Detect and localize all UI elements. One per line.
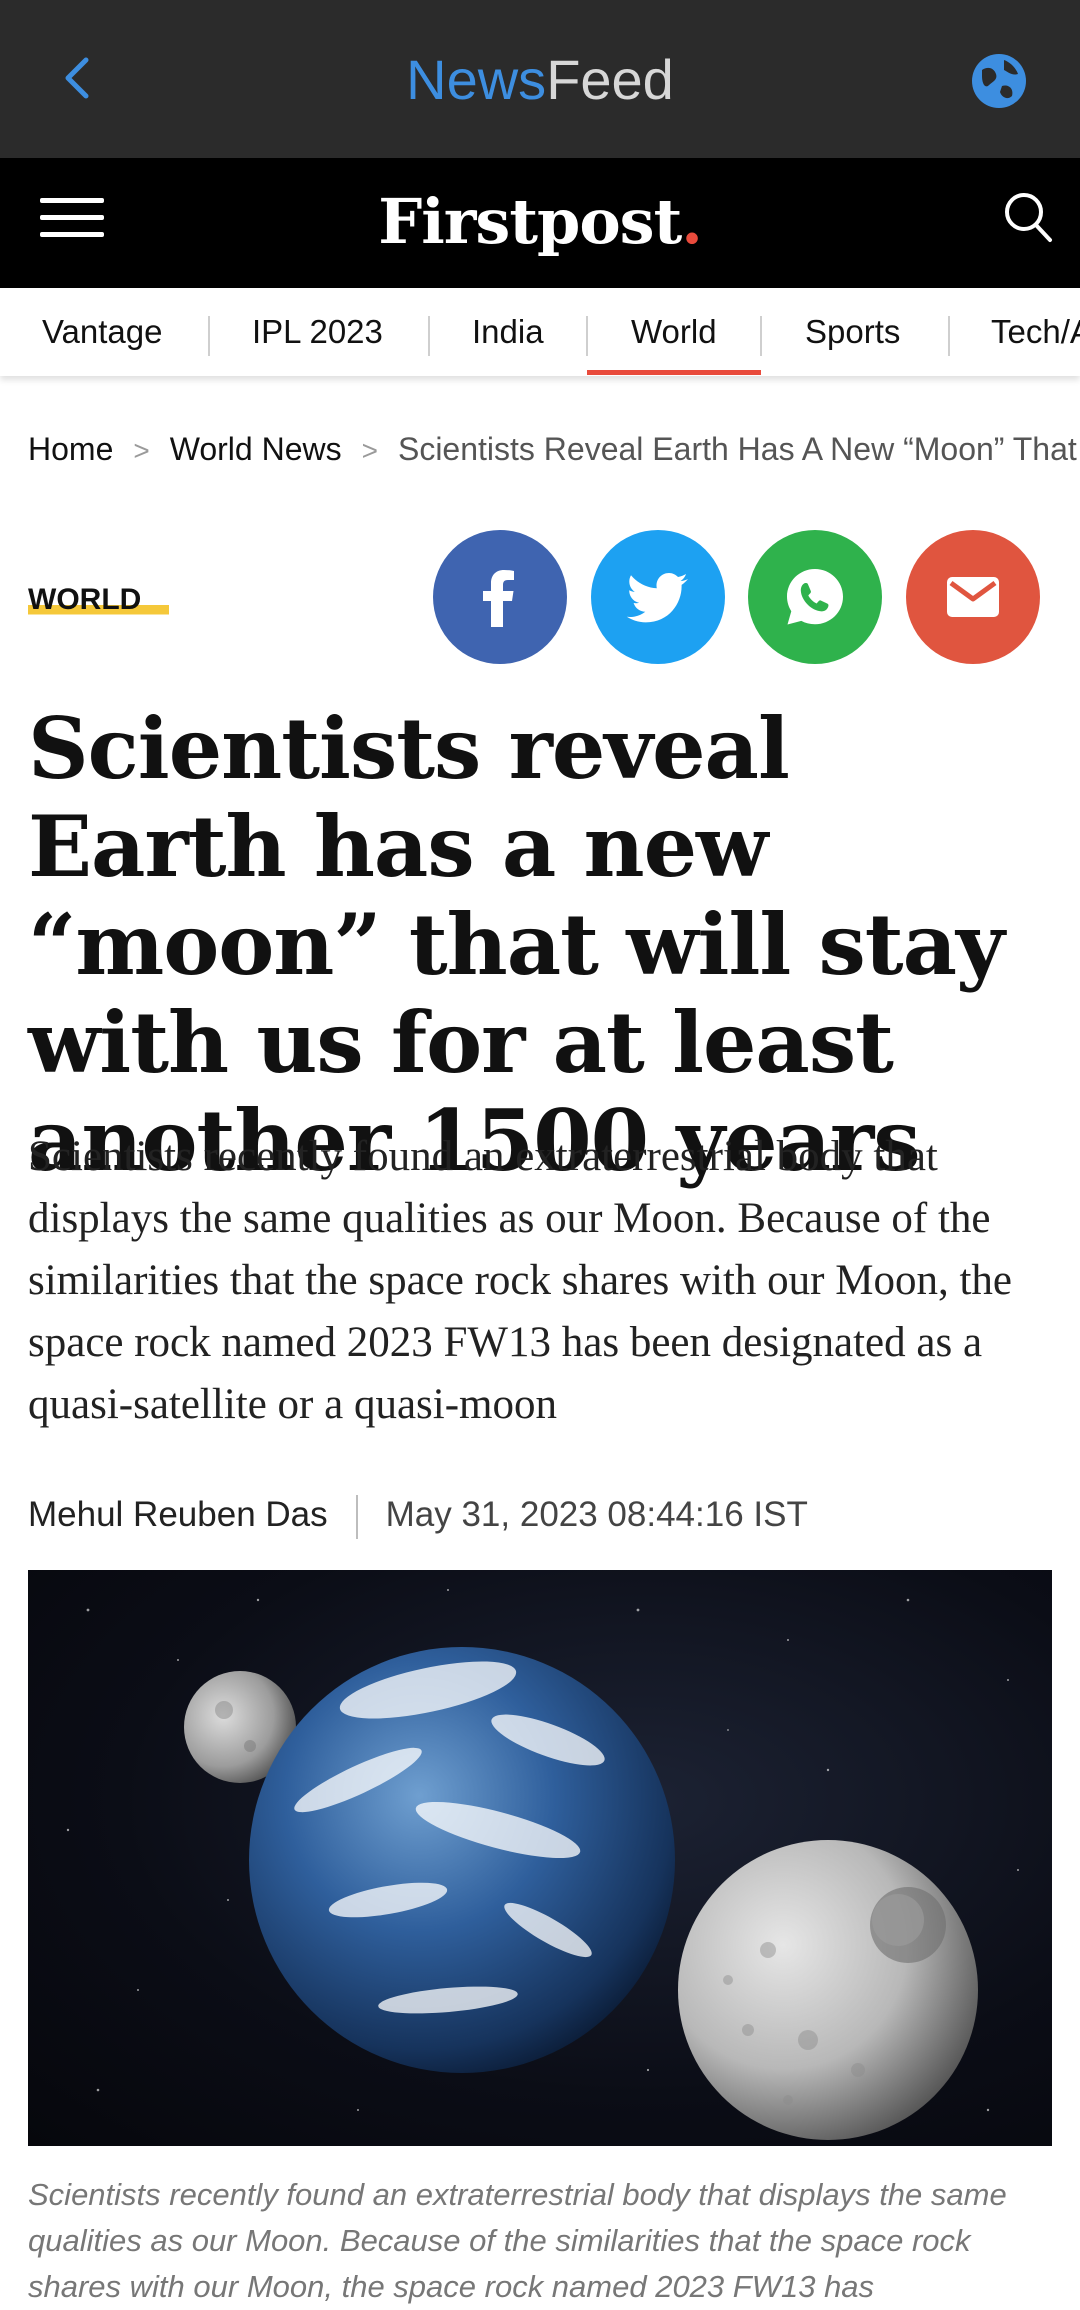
app-bar: NewsFeed [0, 0, 1080, 158]
article-summary: Scientists recently found an extraterres… [28, 1133, 1012, 1428]
byline: Mehul Reuben Das May 31, 2023 08:44:16 IS… [28, 1490, 808, 1540]
whatsapp-share-button[interactable] [748, 530, 882, 664]
nav-divider [948, 316, 950, 356]
byline-divider [355, 1494, 358, 1539]
nav-active-indicator [587, 370, 761, 375]
globe-icon[interactable] [970, 52, 1028, 110]
breadcrumb-section[interactable]: World News [170, 431, 342, 467]
earth-and-moons-illustration [66, 1589, 1019, 2140]
breadcrumb-home[interactable]: Home [28, 431, 113, 467]
author-name[interactable]: Mehul Reuben Das [28, 1495, 328, 1534]
mail-icon [947, 577, 999, 617]
search-icon[interactable] [1000, 186, 1056, 250]
publish-date: May 31, 2023 08:44:16 IST [385, 1495, 808, 1534]
nav-item-vantage[interactable]: Vantage [42, 288, 163, 376]
logo-dot: . [681, 185, 703, 258]
whatsapp-icon [787, 569, 843, 625]
image-caption: Scientists recently found an extraterres… [28, 2177, 1007, 2304]
breadcrumb: Home > World News > Scientists Reveal Earth … [28, 424, 1080, 474]
article-headline: Scientists reveal Earth has a new “moon”… [28, 699, 1005, 1190]
firstpost-logo[interactable]: Firstpost. [0, 182, 1080, 262]
nav-divider [208, 316, 210, 356]
breadcrumb-current: Scientists Reveal Earth Has A New “Moon”… [397, 431, 1080, 467]
nav-item-ipl-2023[interactable]: IPL 2023 [252, 288, 383, 376]
nav-item-world[interactable]: World [631, 288, 717, 376]
app-title: NewsFeed [0, 42, 1080, 118]
nav-item-tech[interactable]: Tech/A [991, 288, 1080, 376]
app-title-brand: News [406, 48, 547, 111]
nav-item-sports[interactable]: Sports [805, 288, 900, 376]
section-tag[interactable]: WORLD [28, 580, 170, 620]
breadcrumb-chevron-icon: > [361, 435, 378, 466]
breadcrumb-chevron-icon: > [133, 435, 150, 466]
nav-divider [586, 316, 588, 356]
facebook-icon [483, 570, 514, 627]
article-hero-image[interactable] [28, 1570, 1052, 2146]
nav-divider [428, 316, 430, 356]
category-nav: Vantage IPL 2023 India World Sports Tech… [0, 288, 1080, 376]
twitter-share-button[interactable] [591, 530, 725, 664]
site-header: Firstpost. [0, 158, 1080, 288]
large-moon [678, 1840, 978, 2140]
nav-item-india[interactable]: India [472, 288, 544, 376]
logo-text: Firstpost [378, 185, 682, 258]
email-share-button[interactable] [906, 530, 1040, 664]
app-title-rest: Feed [546, 48, 674, 111]
twitter-icon [626, 573, 688, 623]
nav-divider [760, 316, 762, 356]
facebook-share-button[interactable] [433, 530, 567, 664]
